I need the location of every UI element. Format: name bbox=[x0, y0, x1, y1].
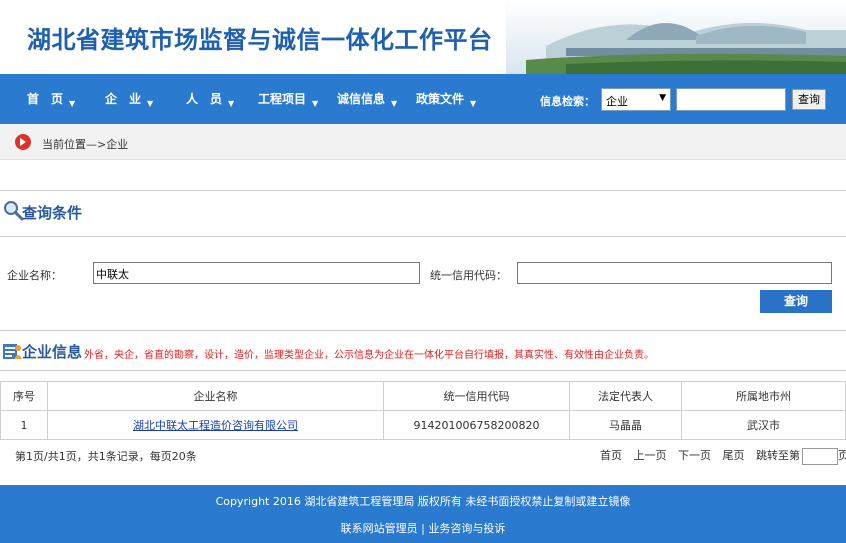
column-header: 所属地市州 bbox=[681, 381, 846, 411]
divider bbox=[0, 330, 846, 331]
nav-item-policy[interactable]: 政策文件 ▼ bbox=[416, 90, 477, 108]
divider bbox=[0, 236, 846, 237]
search-input[interactable] bbox=[676, 88, 786, 111]
nav-item-label: 人 员 bbox=[186, 92, 223, 106]
caret-down-icon: ▼ bbox=[312, 99, 319, 108]
last-page-link[interactable]: 尾页 bbox=[723, 449, 745, 462]
credit-code-field[interactable] bbox=[517, 262, 832, 284]
dropdown-arrow-icon: ▼ bbox=[659, 93, 666, 103]
company-name-field[interactable]: 中联太 bbox=[93, 262, 420, 284]
nav-item-projects[interactable]: 工程项目 ▼ bbox=[258, 90, 319, 108]
magnifier-icon bbox=[4, 201, 24, 221]
nav-item-home[interactable]: 首 页 ▼ bbox=[27, 90, 76, 108]
prev-page-link[interactable]: 上一页 bbox=[634, 449, 667, 462]
breadcrumb: 当前位置—>企业 bbox=[0, 124, 846, 160]
search-label: 信息检索： bbox=[540, 95, 595, 108]
search-button[interactable]: 查询 bbox=[792, 89, 826, 110]
query-button[interactable]: 查询 bbox=[760, 290, 832, 313]
nav-item-label: 诚信信息 bbox=[337, 92, 386, 106]
credit-code-label: 统一信用代码： bbox=[430, 269, 507, 282]
first-page-link[interactable]: 首页 bbox=[600, 449, 622, 462]
company-cell: 湖北中联太工程造价咨询有限公司 bbox=[47, 410, 384, 440]
city-cell: 武汉市 bbox=[681, 410, 846, 440]
table-header-row: 序号 企业名称 统一信用代码 法定代表人 所属地市州 bbox=[0, 381, 846, 411]
page-unit-label: 页 bbox=[838, 449, 846, 462]
jump-label: 跳转至第 bbox=[756, 449, 800, 462]
column-header: 企业名称 bbox=[47, 381, 384, 411]
disclaimer-note: 外省，央企，省直的勘察，设计，造价，监理类型企业，公示信息为企业在一体化平台自行… bbox=[84, 350, 654, 361]
caret-down-icon: ▼ bbox=[391, 99, 398, 108]
nav-item-enterprise[interactable]: 企 业 ▼ bbox=[105, 90, 154, 108]
pager-summary: 第1页/共1页，共1条记录，每页20条 bbox=[15, 450, 197, 463]
caret-down-icon: ▼ bbox=[69, 99, 76, 108]
row-index: 1 bbox=[0, 410, 48, 440]
caret-down-icon: ▼ bbox=[228, 99, 235, 108]
column-header: 统一信用代码 bbox=[383, 381, 570, 411]
legal-rep-cell: 马晶晶 bbox=[569, 410, 682, 440]
search-category-select[interactable]: 企业 ▼ bbox=[601, 88, 671, 111]
query-section-title: 查询条件 bbox=[22, 204, 83, 222]
divider bbox=[0, 190, 846, 191]
copyright-text: Copyright 2016 湖北省建筑工程管理局 版权所有 未经书面授权禁止复… bbox=[215, 495, 631, 508]
company-link[interactable]: 湖北中联太工程造价咨询有限公司 bbox=[133, 419, 298, 432]
location-arrow-icon bbox=[15, 134, 31, 150]
nav-item-label: 企 业 bbox=[105, 92, 142, 106]
nav-item-label: 工程项目 bbox=[258, 92, 307, 106]
divider bbox=[0, 370, 846, 371]
column-header: 法定代表人 bbox=[569, 381, 682, 411]
site-footer: Copyright 2016 湖北省建筑工程管理局 版权所有 未经书面授权禁止复… bbox=[0, 485, 846, 543]
nav-item-personnel[interactable]: 人 员 ▼ bbox=[186, 90, 235, 108]
breadcrumb-text: 当前位置—>企业 bbox=[42, 138, 129, 151]
credit-code-cell: 914201006758200820 bbox=[383, 410, 570, 440]
nav-item-label: 首 页 bbox=[27, 92, 64, 106]
enterprise-info-icon bbox=[3, 344, 22, 359]
nav-item-credit[interactable]: 诚信信息 ▼ bbox=[337, 90, 398, 108]
header-banner-image bbox=[506, 0, 846, 74]
column-header: 序号 bbox=[0, 381, 48, 411]
enterprise-info-title: 企业信息 bbox=[22, 343, 83, 361]
site-header: 湖北省建筑市场监督与诚信一体化工作平台 bbox=[0, 0, 846, 74]
caret-down-icon: ▼ bbox=[147, 99, 154, 108]
caret-down-icon: ▼ bbox=[470, 99, 477, 108]
pager-controls: 首页 上一页 下一页 尾页 跳转至第页 GO bbox=[600, 447, 846, 465]
next-page-link[interactable]: 下一页 bbox=[678, 449, 711, 462]
site-title: 湖北省建筑市场监督与诚信一体化工作平台 bbox=[27, 26, 493, 54]
search-select-value: 企业 bbox=[606, 95, 628, 108]
company-name-label: 企业名称： bbox=[7, 269, 62, 282]
page-number-input[interactable] bbox=[802, 447, 838, 465]
results-table: 序号 企业名称 统一信用代码 法定代表人 所属地市州 1 湖北中联太工程造价咨询… bbox=[0, 381, 846, 440]
nav-item-label: 政策文件 bbox=[416, 92, 465, 106]
table-row: 1 湖北中联太工程造价咨询有限公司 914201006758200820 马晶晶… bbox=[0, 410, 846, 440]
footer-links[interactable]: 联系网站管理员 | 业务咨询与投诉 bbox=[0, 520, 846, 536]
